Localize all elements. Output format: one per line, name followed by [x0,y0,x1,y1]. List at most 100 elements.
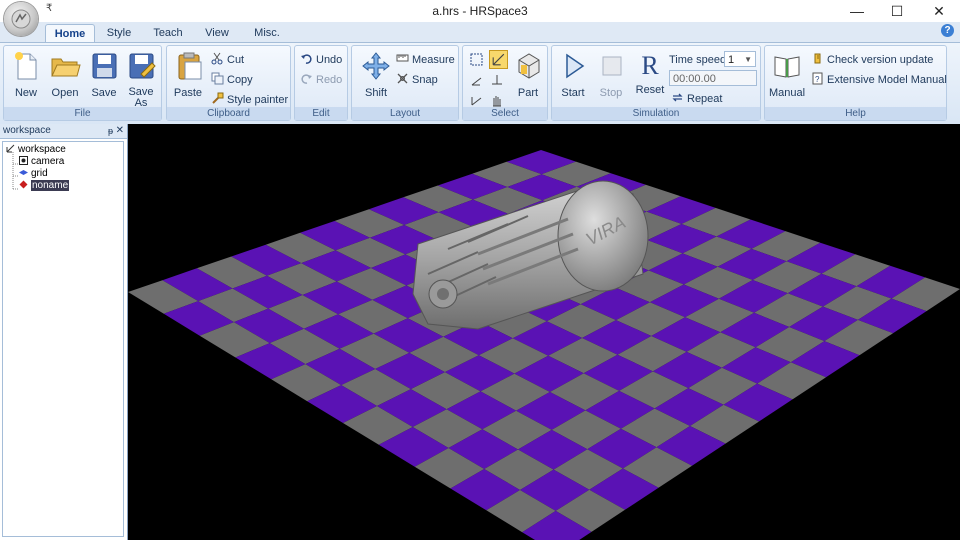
tree-node-camera[interactable]: camera [19,156,64,168]
select-group-label: Select [463,107,547,120]
new-label: New [14,87,37,99]
stop-button[interactable]: Stop [596,50,626,99]
manual-book-icon [774,56,800,78]
reset-r-icon: R [641,51,659,80]
copy-icon [211,72,224,85]
camera-icon [19,156,28,165]
extensive-manual-button[interactable]: ? Extensive Model Manual [811,72,947,88]
open-button[interactable]: Open [48,50,82,99]
time-speed-label: Time speed [669,54,727,66]
open-label: Open [51,87,79,99]
time-display-field[interactable]: 00:00.00 [669,70,757,86]
scissors-icon [211,52,223,65]
manual-button[interactable]: Manual [769,50,805,99]
shift-button[interactable]: Shift [358,50,394,99]
repeat-label: Repeat [687,93,723,105]
save-disk-icon [92,53,117,79]
workspace-panel-title: workspace [3,125,51,136]
help-icon[interactable]: ? [941,24,954,37]
new-button[interactable]: New [10,50,42,99]
repeat-icon [672,93,683,102]
select-axis-icon[interactable] [489,50,508,69]
time-speed-value: 1 [728,54,735,66]
style-painter-label: Style painter [227,94,289,106]
reset-label: Reset [635,84,665,96]
select-face-icon[interactable] [469,92,485,108]
manual-label: Manual [769,87,806,99]
tree-node-workspace[interactable]: workspace [6,144,66,156]
part-red-icon [19,180,28,189]
application-menu-button[interactable] [4,2,38,36]
paste-label: Paste [173,87,203,99]
start-label: Start [561,87,585,99]
part-button[interactable]: Part [513,50,543,99]
select-vertex-icon[interactable] [489,72,505,88]
window-title: a.hrs - HRSpace3 [432,4,528,18]
move-arrows-icon [362,52,390,80]
open-folder-icon [51,58,81,77]
3d-viewport[interactable]: VIRA [128,124,960,540]
tab-home[interactable]: Home [45,24,95,43]
pin-icon[interactable]: ᵽ [108,124,113,138]
grid-diamond-icon [19,170,28,175]
update-icon [814,53,821,64]
undo-button[interactable]: Undo [300,52,342,68]
chevron-down-icon: ▼ [744,55,752,64]
part-cube-icon [518,53,540,79]
style-painter-button[interactable]: Style painter [211,92,288,108]
file-group-label: File [4,107,161,120]
cut-label: Cut [227,54,245,66]
maximize-button[interactable]: ☐ [876,0,918,22]
redo-arrow-icon [301,74,312,84]
clipboard-group-label: Clipboard [167,107,290,120]
play-icon [566,53,585,79]
edit-group-label: Edit [295,107,347,120]
part-label: Part [517,87,539,99]
group-help: Manual Check version update ? Extensive M… [764,45,947,121]
paste-button[interactable]: Paste [173,50,203,99]
close-panel-icon[interactable]: ✕ [116,124,124,138]
snap-button[interactable]: Snap [396,72,438,88]
redo-button[interactable]: Redo [300,72,342,88]
group-layout: Shift Measure Snap Layout [351,45,459,121]
ruler-icon [396,54,409,62]
cut-button[interactable]: Cut [211,52,244,68]
workspace-panel: workspace ᵽ ✕ workspace camera grid nona… [0,124,128,540]
shift-label: Shift [364,87,387,99]
tree-node-grid[interactable]: grid [19,168,48,180]
hand-pan-icon[interactable] [489,92,505,108]
tab-misc[interactable]: Misc. [246,24,288,42]
tab-view[interactable]: View [198,24,236,42]
ribbon-tabs: Home Style Teach View Misc. [0,22,960,43]
select-box-icon[interactable] [469,52,485,68]
save-as-button[interactable]: Save As [124,50,158,109]
tab-teach[interactable]: Teach [148,24,188,42]
start-button[interactable]: Start [558,50,588,99]
undo-arrow-icon [301,54,312,64]
app-logo-icon [11,9,31,29]
reset-button[interactable]: R Reset [634,50,666,96]
save-button[interactable]: Save [88,50,120,99]
group-select: Part Select [462,45,548,121]
copy-button[interactable]: Copy [211,72,253,88]
tab-style[interactable]: Style [100,24,138,42]
save-as-icon [129,53,156,79]
layout-group-label: Layout [352,107,458,120]
check-version-button[interactable]: Check version update [811,52,933,68]
scene-canvas[interactable]: VIRA [128,124,960,540]
snap-icon [397,73,408,84]
copy-label: Copy [227,74,253,86]
repeat-toggle[interactable]: Repeat [671,91,722,107]
measure-label: Measure [412,54,455,66]
close-button[interactable]: ✕ [918,0,960,22]
select-edge-icon[interactable] [469,72,485,88]
measure-button[interactable]: Measure [396,52,455,68]
title-bar: ₹ a.hrs - HRSpace3 — ☐ ✕ [0,0,960,22]
time-speed-select[interactable]: 1 ▼ [724,51,756,67]
minimize-button[interactable]: — [836,0,878,22]
group-file: New Open Save Save As File [3,45,162,121]
simulation-group-label: Simulation [552,107,760,120]
tree-node-noname[interactable]: noname [19,180,70,192]
workspace-axes-icon [6,144,15,153]
redo-label: Redo [316,74,343,86]
